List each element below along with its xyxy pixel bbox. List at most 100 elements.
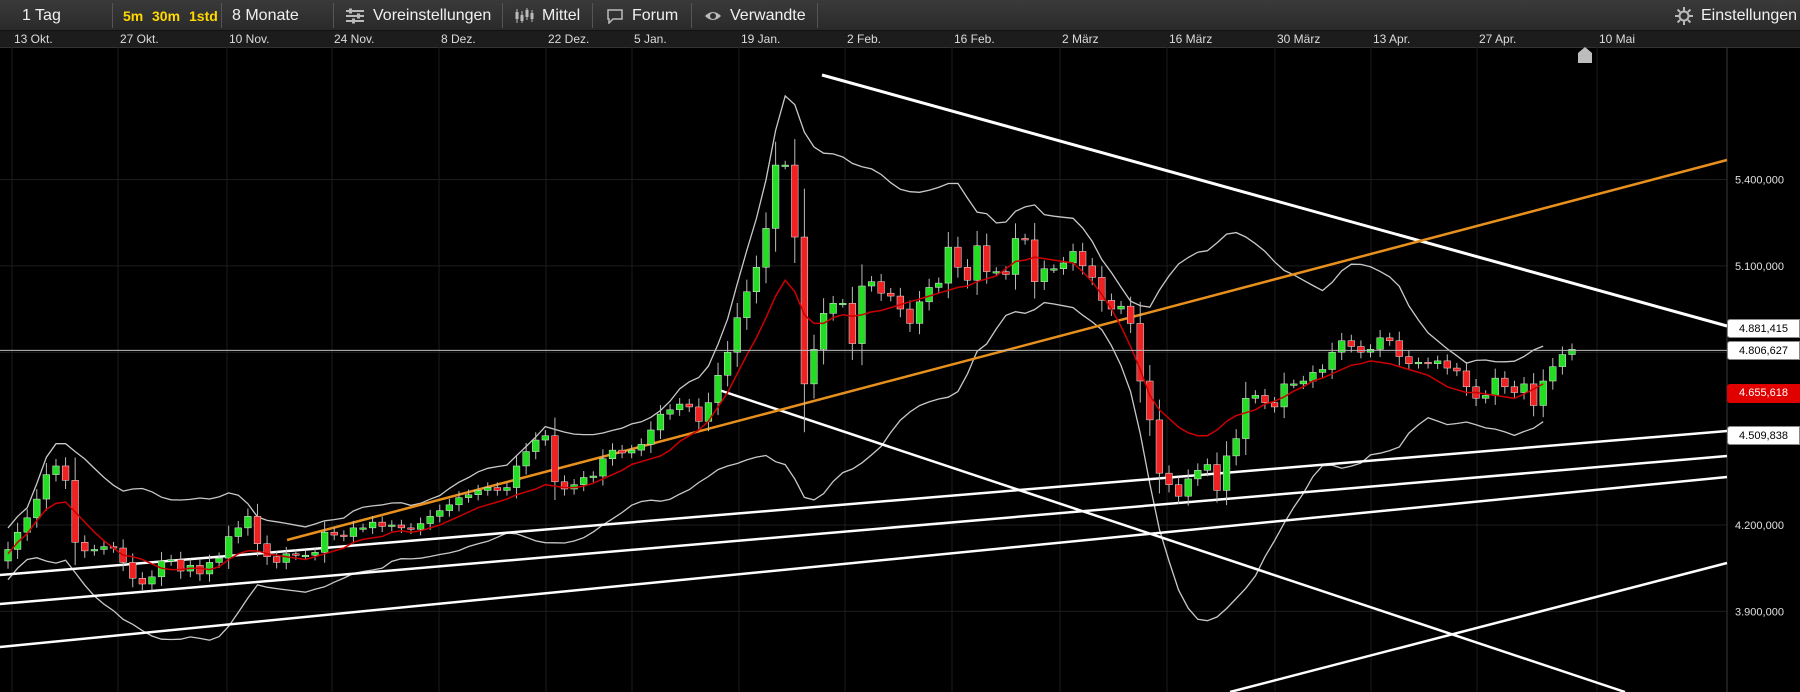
interval-1std-button[interactable]: 1std	[189, 0, 218, 31]
candle-body	[426, 516, 434, 524]
candle-body	[1290, 383, 1298, 386]
date-label: 13 Okt.	[14, 32, 53, 46]
candle-body	[90, 549, 98, 552]
candle-body	[618, 449, 626, 454]
candle-body	[1194, 470, 1202, 480]
settings-button[interactable]: Einstellungen	[1675, 0, 1797, 31]
candle-body	[234, 527, 242, 537]
candle-body	[896, 295, 904, 310]
scroll-marker-icon[interactable]	[1578, 47, 1592, 63]
toolbar-divider	[817, 3, 818, 28]
candle-body	[416, 523, 425, 530]
candle-body	[1434, 360, 1442, 364]
indicator-button[interactable]: Mittel	[514, 0, 580, 31]
candle-body	[1146, 380, 1154, 421]
candle-body	[1357, 346, 1365, 353]
forum-button[interactable]: Forum	[606, 0, 678, 31]
candle-body	[1242, 398, 1250, 439]
candle-body	[1155, 419, 1164, 474]
candle-body	[954, 246, 962, 268]
candle-body	[1482, 395, 1490, 399]
candle-body	[1347, 340, 1355, 347]
candle-body	[42, 474, 50, 500]
date-axis: 13 Okt. 27 Okt. 10 Nov. 24 Nov. 8 Dez. 2…	[0, 31, 1800, 48]
date-label: 2 Feb.	[847, 32, 882, 46]
candle-body	[695, 406, 703, 422]
candle-body	[839, 303, 847, 306]
date-label: 27 Okt.	[120, 32, 159, 46]
indicator-label: Mittel	[542, 6, 581, 24]
date-label: 27 Apr.	[1479, 32, 1517, 46]
eye-icon	[705, 11, 721, 20]
candle-body	[340, 534, 348, 537]
candle-body	[167, 559, 175, 562]
speech-bubble-icon	[607, 8, 623, 24]
grid	[0, 47, 1728, 692]
candle-body	[1222, 455, 1231, 491]
candle-body	[714, 375, 722, 403]
candle-body	[301, 554, 310, 557]
candle-body	[253, 516, 262, 544]
interval-5m-button[interactable]: 5m	[123, 0, 143, 31]
candle-body	[781, 164, 789, 167]
presets-label: Voreinstellungen	[373, 6, 492, 24]
candle-body	[848, 303, 856, 344]
candle-body	[397, 524, 406, 529]
candle-body	[867, 281, 876, 287]
candle-body	[1549, 366, 1557, 382]
price-chart[interactable]: 5.400,0005.100,0004.800,0004.200,0003.90…	[0, 47, 1800, 692]
candle-body	[810, 349, 818, 385]
lower-band-tag: 4.509,838	[1727, 426, 1800, 446]
candle-body	[915, 301, 924, 324]
candle-body	[1328, 351, 1336, 370]
candle-body	[1165, 472, 1173, 485]
interval-label: 1 Tag	[22, 6, 61, 24]
range-label: 8 Monate	[232, 6, 299, 24]
chart-area[interactable]: 5.400,0005.100,0004.800,0004.200,0003.90…	[0, 47, 1800, 692]
lower-band-line	[7, 301, 1544, 641]
related-button[interactable]: Verwandte	[704, 0, 806, 31]
candle-body	[369, 521, 377, 529]
candle-body	[1462, 370, 1471, 388]
candle-body	[388, 524, 396, 527]
candle-body	[1011, 238, 1020, 275]
candle-body	[752, 267, 761, 293]
related-label: Verwandte	[730, 6, 806, 24]
candle-body	[81, 542, 89, 552]
candle-body	[1127, 305, 1135, 324]
sliders-icon	[346, 8, 364, 23]
candle-body	[1040, 268, 1048, 282]
candle-body	[1232, 438, 1240, 457]
date-label: 2 März	[1062, 32, 1099, 46]
candle-body	[685, 403, 693, 408]
candle-body	[791, 164, 799, 238]
candle-body	[1184, 478, 1192, 497]
candle-body	[608, 449, 617, 460]
candle-body	[992, 271, 1000, 274]
candle-body	[1386, 337, 1394, 341]
toolbar-divider	[112, 3, 113, 28]
channel-line-4	[1229, 561, 1728, 692]
candle-body	[1261, 395, 1269, 403]
candle-body	[1395, 340, 1403, 357]
candle-body	[61, 465, 70, 481]
candle-body	[1117, 305, 1125, 310]
date-label: 5 Jan.	[634, 32, 667, 46]
candle-body	[666, 409, 674, 415]
candle-body	[244, 516, 252, 529]
candle-body	[1203, 464, 1211, 471]
interval-selector[interactable]: 1 Tag	[22, 0, 61, 31]
candle-body	[138, 578, 146, 585]
candle-body	[1453, 367, 1461, 372]
candle-body	[225, 536, 233, 559]
interval-30m-button[interactable]: 30m	[152, 0, 180, 31]
candle-body	[656, 413, 665, 431]
toolbar-divider	[691, 3, 692, 28]
candle-body	[445, 504, 453, 511]
candle-body	[1520, 383, 1528, 393]
presets-button[interactable]: Voreinstellungen	[345, 0, 491, 31]
range-selector[interactable]: 8 Monate	[232, 0, 299, 31]
candle-body	[973, 245, 981, 281]
candle-body	[819, 313, 828, 350]
candle-body	[407, 527, 415, 530]
